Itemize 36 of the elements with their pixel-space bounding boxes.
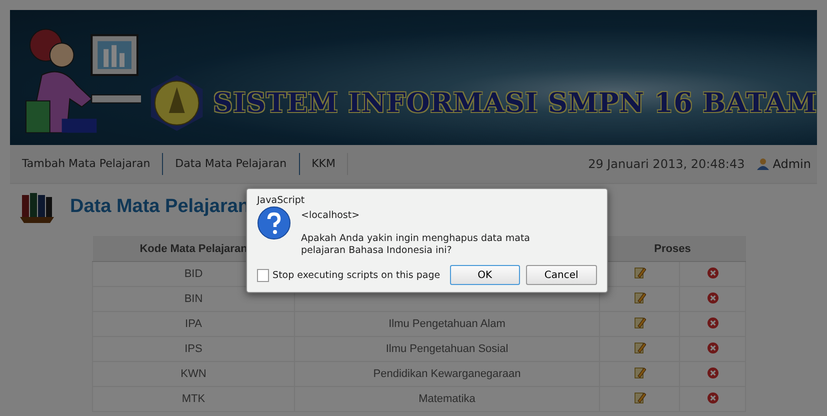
site-title: SISTEM INFORMASI SMPN 16 BATAM xyxy=(213,88,817,119)
user-name: Admin xyxy=(772,157,811,171)
dialog-button[interactable]: OK xyxy=(450,265,520,285)
delete-icon[interactable] xyxy=(706,392,718,404)
table-cell: Pendidikan Kewarganegaraan xyxy=(294,362,600,386)
table-cell: IPS xyxy=(92,336,294,362)
pencil-edit-icon[interactable] xyxy=(634,366,646,379)
delete-icon[interactable] xyxy=(706,342,718,354)
table-cell: Ilmu Pengetahuan Sosial xyxy=(294,336,600,362)
delete-icon[interactable] xyxy=(706,366,718,378)
question-icon xyxy=(257,206,291,240)
pencil-edit-icon[interactable] xyxy=(634,316,646,329)
table-cell: KWN xyxy=(92,362,294,386)
table-cell: BIN xyxy=(92,286,294,312)
nav-link[interactable]: Data Mata Pelajaran xyxy=(163,153,300,175)
table-cell: MTK xyxy=(92,386,294,412)
table-cell: IPA xyxy=(92,312,294,336)
pencil-edit-icon[interactable] xyxy=(634,266,646,279)
dialog-message: Apakah Anda yakin ingin menghapus data mata pelajaran Bahasa Indonesia ini? xyxy=(301,233,531,257)
table-cell: Matematika xyxy=(294,386,600,412)
dialog-title: JavaScript xyxy=(257,195,305,206)
pencil-edit-icon[interactable] xyxy=(634,291,646,304)
books-icon xyxy=(18,191,56,223)
pencil-edit-icon[interactable] xyxy=(634,391,646,404)
delete-icon[interactable] xyxy=(706,292,718,304)
nav-link[interactable]: Tambah Mata Pelajaran xyxy=(10,153,164,175)
page-title: Data Mata Pelajaran xyxy=(70,196,250,218)
delete-icon[interactable] xyxy=(706,266,718,278)
user-icon xyxy=(754,158,769,170)
dialog-origin: <localhost> xyxy=(301,210,361,221)
table-cell: Ilmu Pengetahuan Alam xyxy=(294,312,600,336)
checkbox[interactable] xyxy=(257,268,269,282)
dialog-button[interactable]: Cancel xyxy=(526,265,597,285)
date-time: 29 Januari 2013, 20:48:43 xyxy=(588,157,745,171)
pencil-edit-icon[interactable] xyxy=(634,341,646,354)
delete-icon[interactable] xyxy=(706,316,718,328)
